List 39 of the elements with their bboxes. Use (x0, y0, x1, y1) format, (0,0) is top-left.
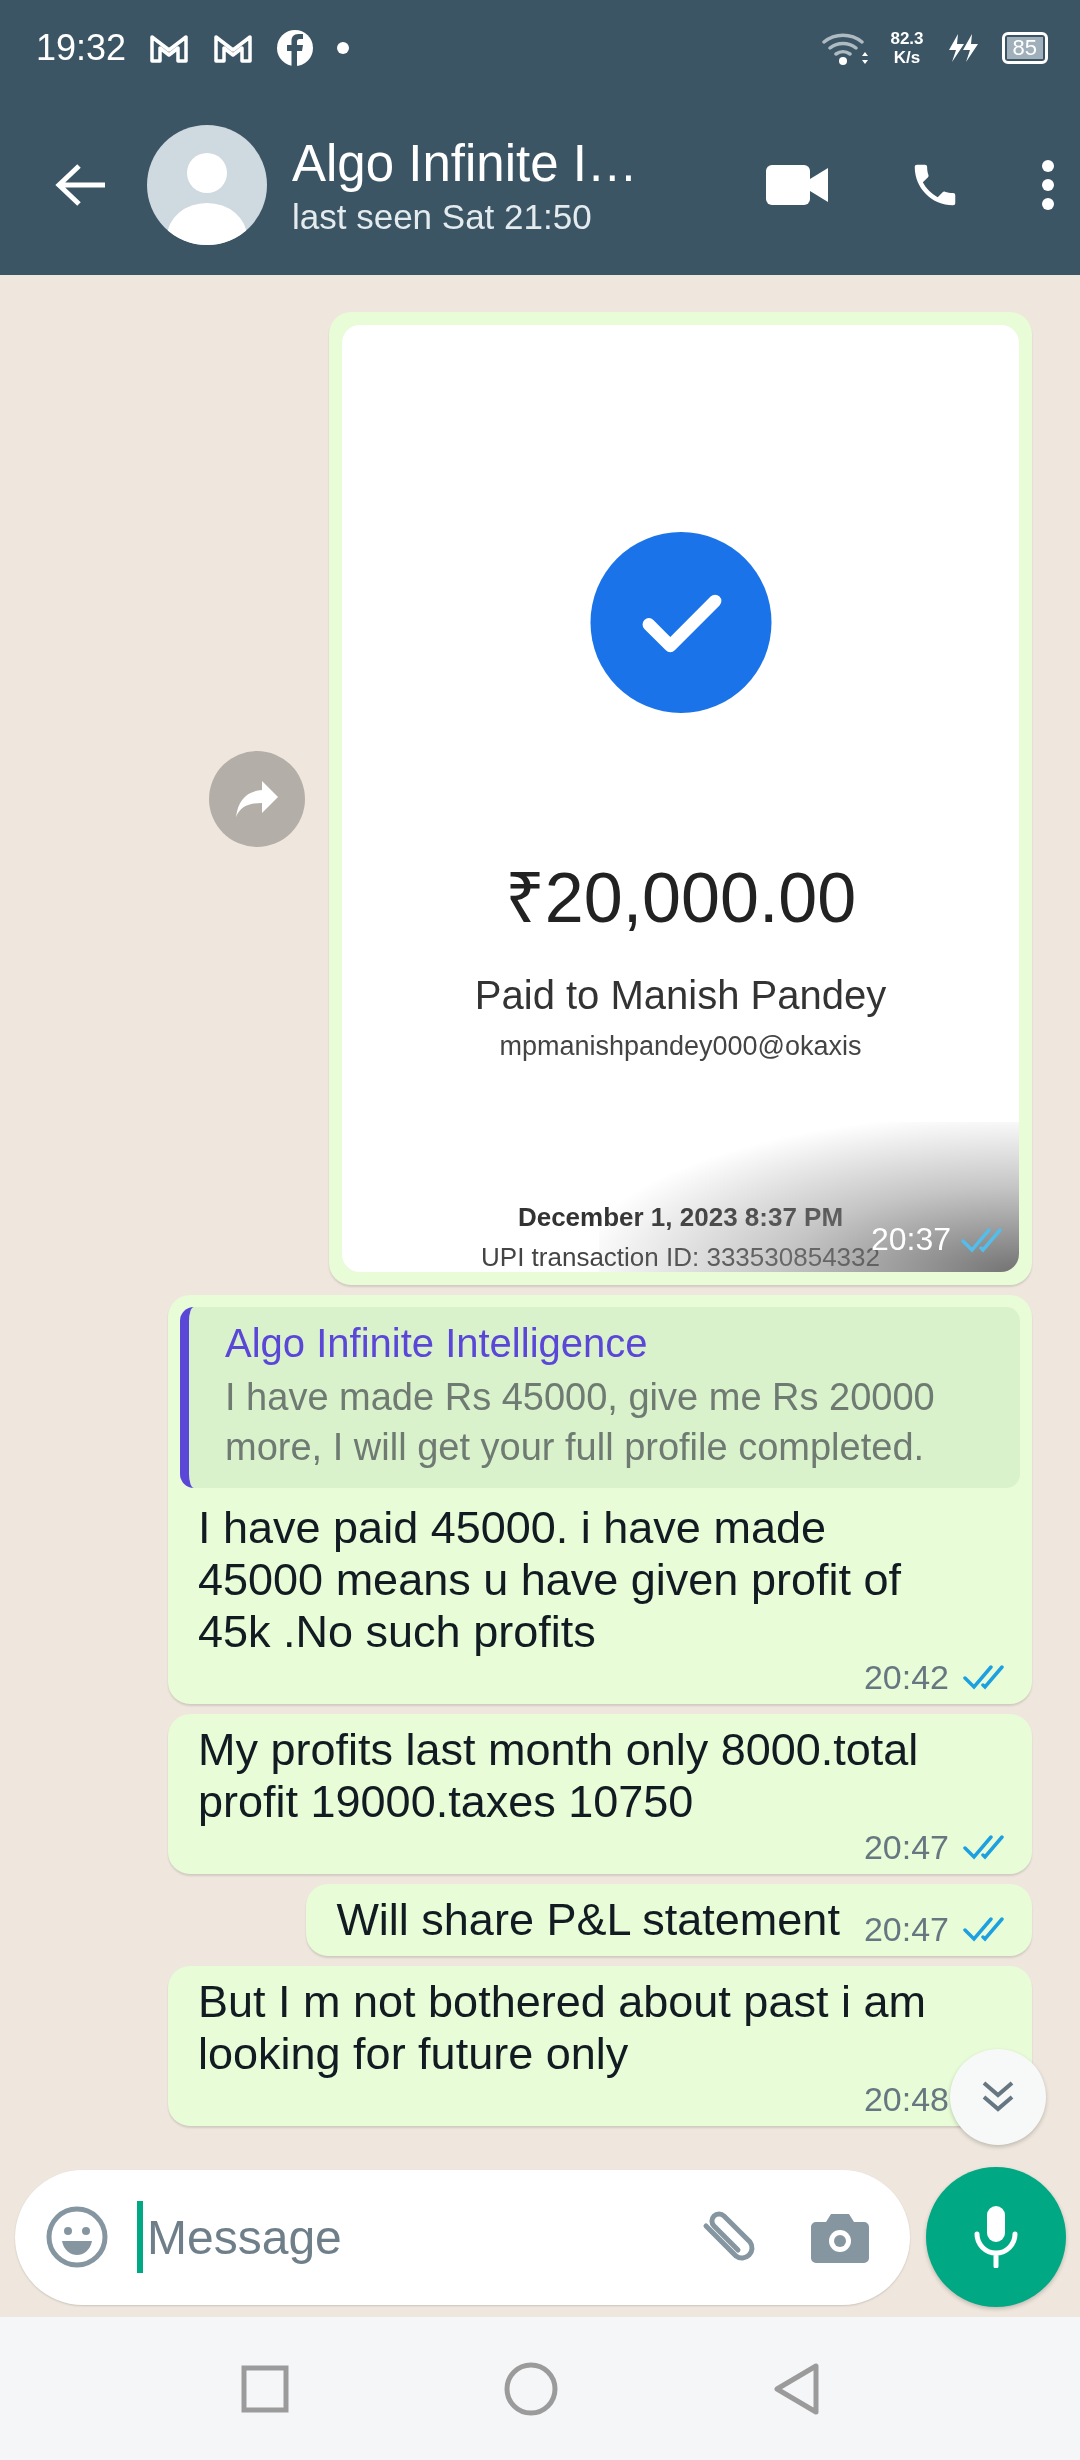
message-text: But I m not bothered about past i am looking for future only (198, 1976, 927, 2080)
message-time: 20:47 (863, 1830, 949, 1864)
facebook-icon (276, 28, 315, 67)
quoted-author: Algo Infinite Intelligence (225, 1321, 649, 1366)
network-speed: 82.3 K/s (890, 28, 924, 67)
emoji-button[interactable] (45, 2205, 109, 2269)
upi-id: mpmanishpandey000@okaxis (499, 1030, 862, 1062)
microphone-icon (972, 2206, 1020, 2268)
forward-icon (234, 778, 280, 819)
quoted-message[interactable]: Algo Infinite Intelligence I have made Rs 45000, give me Rs 20000 more, I will get your full profile completed. (180, 1307, 1020, 1488)
text-cursor (137, 2201, 143, 2273)
video-call-button[interactable] (766, 165, 830, 205)
message-input-field[interactable]: Message (145, 2208, 694, 2266)
home-button[interactable] (504, 2361, 558, 2416)
quoted-text: I have made Rs 45000, give me Rs 20000 more, I will get your full profile completed. (225, 1375, 936, 1470)
recent-apps-button[interactable] (241, 2364, 289, 2413)
back-button[interactable] (55, 163, 107, 207)
message-time: 20:42 (863, 1660, 949, 1694)
last-seen-status: last seen Sat 21:50 (292, 196, 593, 237)
notification-dot-icon (336, 40, 351, 55)
scroll-down-button[interactable] (950, 2049, 1046, 2145)
message-bubble[interactable]: My profits last month only 8000.total profit 19000.taxes 10750 20:47 (168, 1714, 1032, 1874)
message-bubble[interactable]: Will share P&L statement 20:47 (306, 1884, 1032, 1956)
battery-icon: 85 (1001, 31, 1048, 64)
message-time: 20:47 (863, 1912, 949, 1946)
message-text: Will share P&L statement (336, 1894, 840, 1946)
status-time: 19:32 (36, 26, 127, 69)
payment-amount: ₹20,000.00 (504, 858, 857, 938)
payment-date: December 1, 2023 8:37 PM (517, 1202, 844, 1232)
message-text: My profits last month only 8000.total profit 19000.taxes 10750 (198, 1724, 920, 1828)
contact-name[interactable]: Algo Infinite I… (292, 133, 766, 193)
message-bubble[interactable] (168, 1295, 1032, 1704)
more-options-button[interactable] (1040, 159, 1056, 211)
message-bubble[interactable]: But I m not bothered about past i am looking for future only 20:48 (168, 1966, 1032, 2126)
message-field[interactable]: Message (15, 2169, 910, 2305)
payee-name: Paid to Manish Pandey (474, 972, 887, 1018)
message-time: 20:48 (863, 2082, 949, 2116)
message-text: I have paid 45000. i have made 45000 means u have given profit of 45k .No such profits (198, 1502, 902, 1658)
back-nav-button[interactable] (773, 2362, 819, 2415)
